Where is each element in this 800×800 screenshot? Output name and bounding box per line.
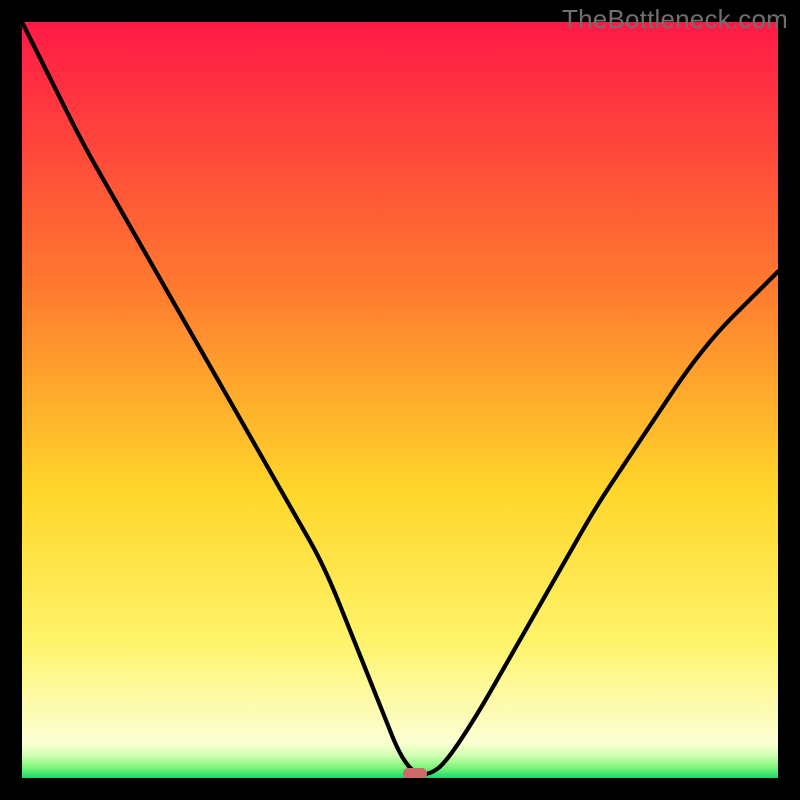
plot-inner [22,22,778,778]
chart-frame: TheBottleneck.com [0,0,800,800]
optimum-marker [403,768,427,778]
plot-area [22,22,778,778]
bottleneck-curve [22,22,778,778]
watermark-text: TheBottleneck.com [562,4,788,35]
